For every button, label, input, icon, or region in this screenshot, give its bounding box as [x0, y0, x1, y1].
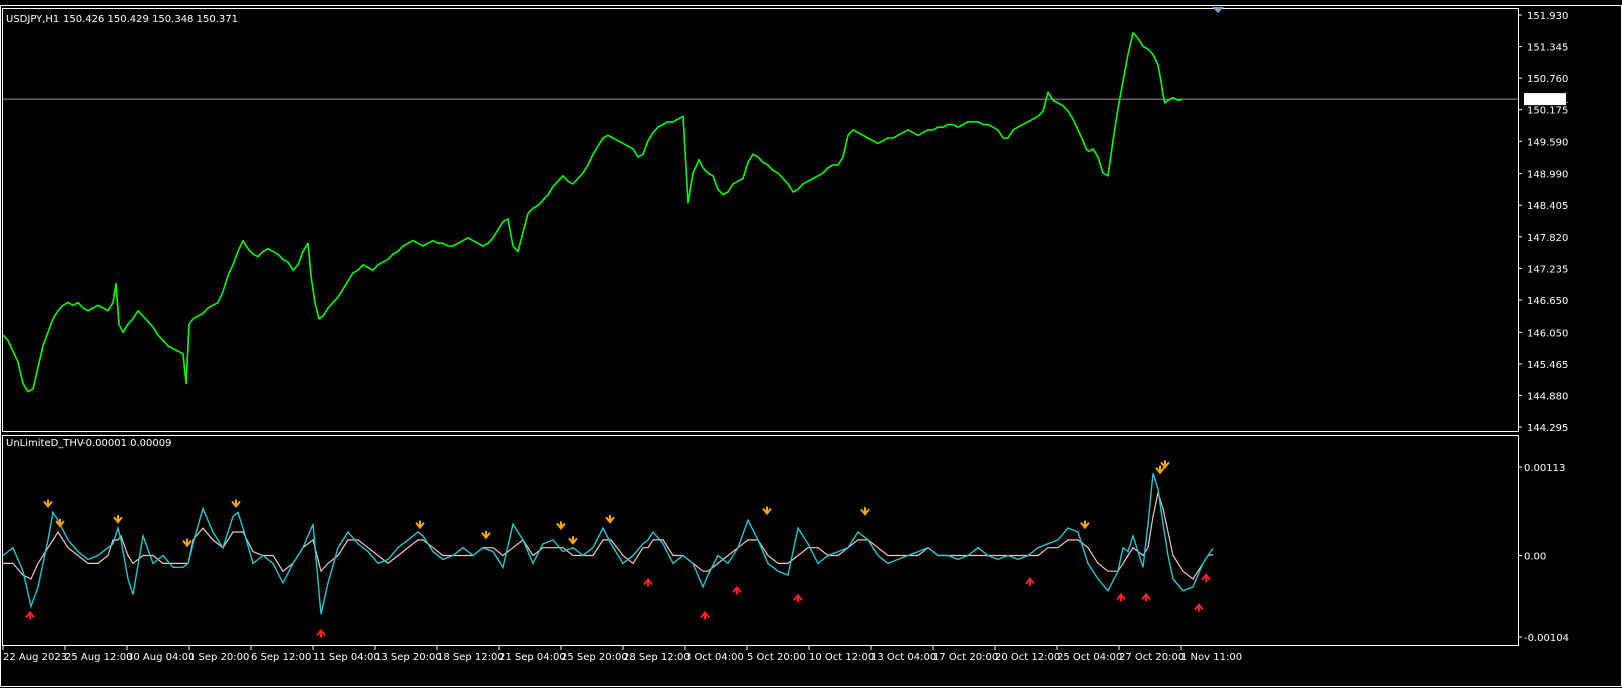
price-tick-label: 151.930: [1527, 11, 1568, 22]
current-price-label: 150.371: [1527, 95, 1568, 106]
price-tick-label: 148.405: [1527, 201, 1568, 212]
time-tick-label: 17 Oct 20:00: [933, 652, 998, 663]
time-tick-label: 20 Oct 12:00: [995, 652, 1060, 663]
time-tick-label: 5 Oct 20:00: [747, 652, 806, 663]
time-tick-label: 22 Aug 2023: [3, 652, 67, 663]
time-tick-label: 25 Oct 04:00: [1057, 652, 1122, 663]
price-tick-label: 146.650: [1527, 296, 1568, 307]
chart-canvas: 151.930 151.345 150.760 150.175 149.590 148.9…: [0, 0, 1622, 688]
time-tick-label: 11 Sep 04:00: [313, 652, 380, 663]
time-tick-label: 30 Aug 04:00: [127, 652, 194, 663]
indicator-tick-label: -0.00104: [1524, 633, 1569, 644]
time-tick-label: 27 Oct 20:00: [1119, 652, 1184, 663]
price-tick-label: 150.760: [1527, 74, 1568, 85]
indicator-tick-label: 0.00113: [1524, 463, 1565, 474]
time-tick-label: 13 Oct 04:00: [871, 652, 936, 663]
price-tick-label: 144.880: [1527, 391, 1568, 402]
price-tick-label: 144.295: [1527, 423, 1568, 434]
symbol-label: USDJPY,H1: [6, 14, 59, 25]
time-tick-label: 21 Sep 04:00: [499, 652, 566, 663]
indicator-label: UnLimiteD_THV: [6, 438, 84, 449]
price-tick-label: 151.345: [1527, 43, 1568, 54]
time-tick-label: 13 Sep 20:00: [375, 652, 442, 663]
time-tick-label: 25 Sep 20:00: [561, 652, 628, 663]
time-tick-label: 3 Oct 04:00: [685, 652, 744, 663]
time-tick-label: 1 Sep 20:00: [189, 652, 249, 663]
price-tick-label: 149.590: [1527, 137, 1568, 148]
time-tick-label: 1 Nov 11:00: [1181, 652, 1242, 663]
time-tick-label: 10 Oct 12:00: [809, 652, 874, 663]
price-tick-label: 150.175: [1527, 106, 1568, 117]
ohlc-label: 150.426 150.429 150.348 150.371: [63, 14, 238, 25]
price-tick-label: 145.465: [1527, 360, 1568, 371]
time-tick-label: 18 Sep 12:00: [437, 652, 504, 663]
time-tick-label: 25 Aug 12:00: [65, 652, 132, 663]
price-tick-label: 148.990: [1527, 170, 1568, 181]
background: [0, 0, 1622, 688]
current-price-tag: 150.371: [1524, 93, 1568, 106]
indicator-values: -0.00001 0.00009: [82, 438, 172, 449]
price-tick-label: 147.235: [1527, 264, 1568, 275]
price-tick-label: 147.820: [1527, 233, 1568, 244]
time-tick-label: 6 Sep 12:00: [251, 652, 311, 663]
price-tick-label: 146.050: [1527, 328, 1568, 339]
time-tick-label: 28 Sep 12:00: [623, 652, 690, 663]
indicator-tick-label: 0.00: [1524, 552, 1546, 563]
